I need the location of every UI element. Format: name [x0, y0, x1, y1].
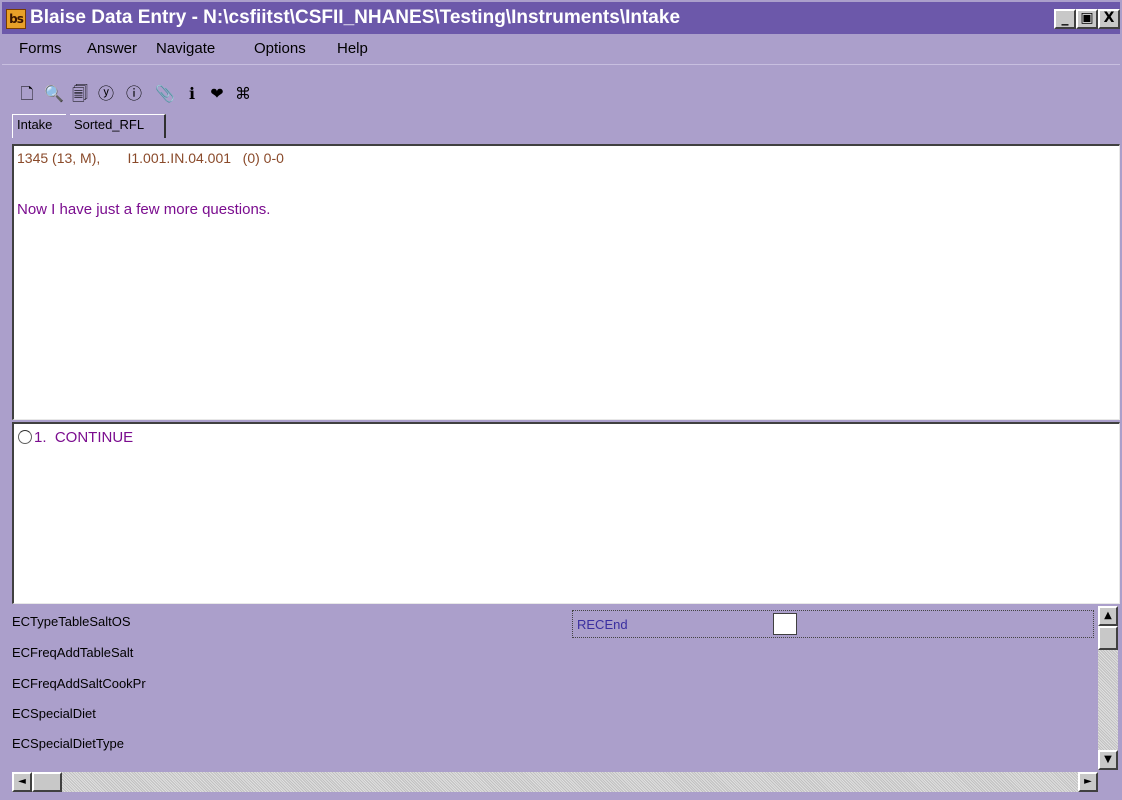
- network-icon[interactable]: ⌘: [232, 83, 254, 105]
- toolbar: 🗋 🔍 🗐 ⓨ ⓘ 📎 ℹ ❤ ⌘: [2, 64, 1120, 106]
- scroll-up-button[interactable]: ▲: [1098, 606, 1118, 626]
- field-row[interactable]: ECSpecialDiet: [12, 706, 96, 721]
- info-icon[interactable]: ℹ: [181, 83, 203, 105]
- scroll-down-button[interactable]: ▼: [1098, 750, 1118, 770]
- menu-answer[interactable]: Answer: [87, 40, 137, 57]
- scroll-left-button[interactable]: ◄: [12, 772, 32, 792]
- horizontal-scrollbar[interactable]: ◄ ►: [12, 772, 1098, 792]
- answer-pane: 1. CONTINUE: [12, 422, 1120, 604]
- help-icon[interactable]: ⓨ: [95, 83, 117, 105]
- attach-icon[interactable]: 📎: [154, 83, 176, 105]
- new-form-icon[interactable]: 🗋: [16, 83, 38, 105]
- title-bar[interactable]: bs Blaise Data Entry - N:\csfiitst\CSFII…: [2, 2, 1120, 34]
- current-field-input[interactable]: [773, 613, 797, 635]
- menu-help[interactable]: Help: [337, 40, 368, 57]
- scroll-right-button[interactable]: ►: [1078, 772, 1098, 792]
- menu-bar: Forms Answer Navigate Options Help: [2, 36, 1120, 62]
- browse-forms-icon[interactable]: 🗐: [69, 83, 91, 105]
- answer-option-continue[interactable]: 1. CONTINUE: [34, 429, 133, 446]
- current-field-row[interactable]: RECEnd: [572, 610, 1094, 638]
- field-row[interactable]: ECFreqAddSaltCookPr: [12, 676, 146, 691]
- answer-radio-1[interactable]: [18, 430, 32, 444]
- menu-forms[interactable]: Forms: [19, 40, 62, 57]
- menu-options[interactable]: Options: [254, 40, 306, 57]
- question-text: Now I have just a few more questions.: [17, 201, 271, 218]
- field-row[interactable]: ECTypeTableSaltOS: [12, 614, 131, 629]
- app-window: bs Blaise Data Entry - N:\csfiitst\CSFII…: [0, 0, 1122, 800]
- current-field-label: RECEnd: [577, 617, 628, 632]
- menu-navigate[interactable]: Navigate: [156, 40, 215, 57]
- horizontal-scroll-thumb[interactable]: [32, 772, 62, 792]
- window-title: Blaise Data Entry - N:\csfiitst\CSFII_NH…: [30, 7, 681, 28]
- vertical-scrollbar[interactable]: ▲ ▼: [1098, 606, 1118, 770]
- error-icon[interactable]: ⓘ: [123, 83, 145, 105]
- vertical-scroll-thumb[interactable]: [1098, 626, 1118, 650]
- edit-icon[interactable]: ❤: [206, 83, 228, 105]
- field-row[interactable]: ECFreqAddTableSalt: [12, 645, 133, 660]
- tab-sorted-rfl[interactable]: Sorted_RFL: [70, 114, 166, 138]
- question-pane: 1345 (13, M), I1.001.IN.04.001 (0) 0-0 N…: [12, 144, 1120, 420]
- question-header: 1345 (13, M), I1.001.IN.04.001 (0) 0-0: [17, 150, 284, 166]
- tab-intake[interactable]: Intake: [12, 114, 66, 138]
- field-list-pane: ECTypeTableSaltOS ECFreqAddTableSalt ECF…: [12, 606, 1098, 770]
- close-button[interactable]: X: [1098, 9, 1120, 29]
- restore-button[interactable]: ▣: [1076, 9, 1098, 29]
- minimize-button[interactable]: _: [1054, 9, 1076, 29]
- field-row[interactable]: ECSpecialDietType: [12, 736, 124, 751]
- find-form-icon[interactable]: 🔍: [43, 83, 65, 105]
- blaise-app-icon[interactable]: bs: [6, 9, 26, 29]
